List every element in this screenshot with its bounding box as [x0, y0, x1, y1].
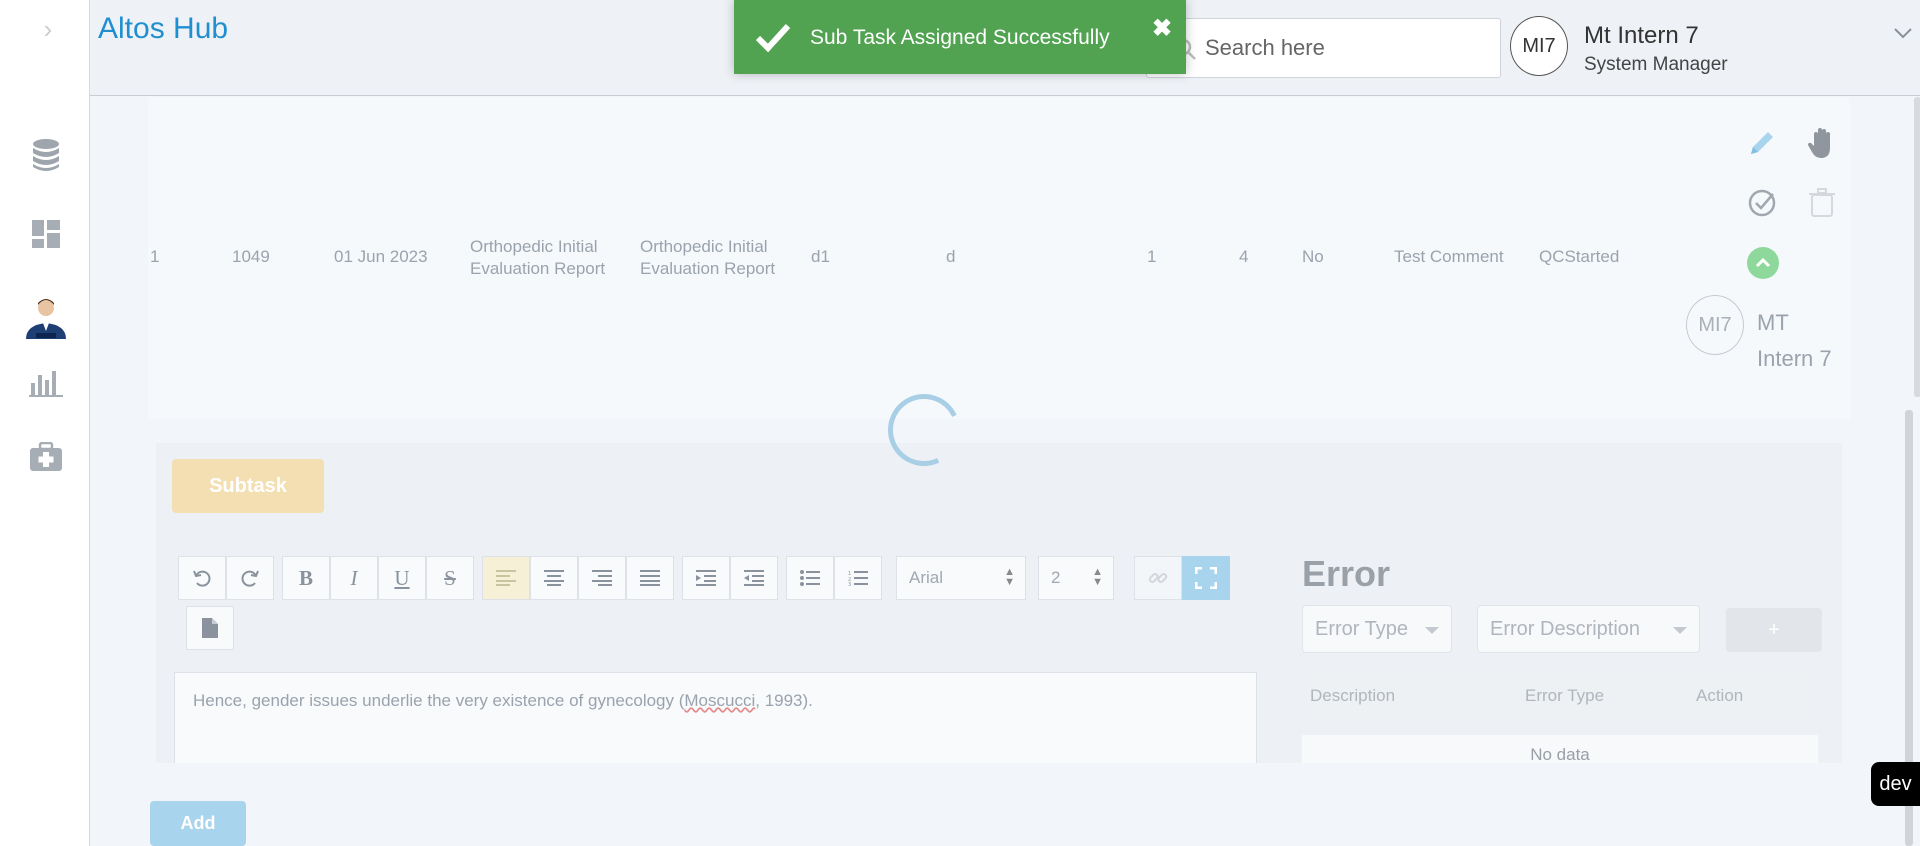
editor-text-misspelled: Moscucci: [684, 691, 756, 710]
editor-text: Hence, gender issues underlie the very e…: [193, 691, 813, 711]
assignee-name: MT Intern 7: [1757, 310, 1832, 371]
align-center-icon[interactable]: [530, 556, 578, 600]
env-badge: dev: [1871, 762, 1920, 806]
cell-date: 01 Jun 2023: [334, 247, 428, 266]
document-icon[interactable]: [186, 606, 234, 650]
font-size-select[interactable]: 2 ▲ ▼: [1038, 556, 1114, 600]
error-description-placeholder: Error Description: [1490, 618, 1641, 640]
toast-message: Sub Task Assigned Successfully: [810, 26, 1110, 49]
footer-band: [90, 763, 1920, 846]
error-table-header: Description Error Type Action: [1302, 671, 1818, 721]
cell-status: QCStarted: [1539, 247, 1620, 266]
cell-d: d: [946, 247, 956, 266]
chevron-right-icon[interactable]: ›: [36, 14, 60, 44]
select-arrows-icon: ▲ ▼: [1092, 566, 1103, 588]
align-left-icon[interactable]: [482, 556, 530, 600]
editor-text-before: Hence, gender issues underlie the very e…: [193, 691, 685, 710]
table-row: 1 1049 01 Jun 2023 Orthopedic Initial Ev…: [148, 97, 1920, 419]
outdent-icon[interactable]: [730, 556, 778, 600]
hand-icon[interactable]: [1806, 127, 1838, 159]
bullet-list-icon[interactable]: [786, 556, 834, 600]
assignee-avatar: MI7: [1686, 295, 1744, 355]
col-description: Description: [1310, 686, 1396, 705]
indent-icon[interactable]: [682, 556, 730, 600]
numbered-list-icon[interactable]: 123: [834, 556, 882, 600]
subtask-button[interactable]: Subtask: [172, 459, 324, 513]
error-title: Error: [1302, 553, 1391, 594]
cell-count-1: 1: [1147, 247, 1157, 266]
font-family-select[interactable]: Arial ▲ ▼: [896, 556, 1026, 600]
undo-icon[interactable]: [178, 556, 226, 600]
edit-icon[interactable]: [1746, 127, 1778, 159]
fullscreen-icon[interactable]: [1182, 556, 1230, 600]
select-arrows-icon: ▲ ▼: [1004, 566, 1015, 588]
cell-sno: 1: [150, 247, 160, 266]
error-type-select[interactable]: Error Type: [1302, 605, 1452, 653]
row-scrollbar[interactable]: [1914, 97, 1920, 397]
success-toast: Sub Task Assigned Successfully ✖: [734, 0, 1186, 74]
cell-task-id: 1049: [232, 247, 270, 266]
sidebar: ›: [0, 0, 90, 846]
error-table-body: No data: [1302, 735, 1818, 763]
cell-comment: Test Comment: [1394, 247, 1504, 266]
caret-down-icon: [1425, 627, 1439, 634]
editor-text-after: , 1993).: [755, 691, 813, 710]
redo-icon[interactable]: [226, 556, 274, 600]
trash-icon[interactable]: [1806, 187, 1838, 219]
check-circle-icon[interactable]: [1746, 187, 1778, 219]
check-icon: [754, 18, 792, 56]
add-button[interactable]: Add: [150, 801, 246, 846]
cell-report-type: Orthopedic Initial Evaluation Report: [640, 237, 776, 278]
dashboard-icon[interactable]: [25, 213, 67, 255]
align-right-icon[interactable]: [578, 556, 626, 600]
bar-chart-icon[interactable]: [25, 362, 67, 404]
user-role: System Manager: [1584, 54, 1728, 75]
database-icon[interactable]: [25, 134, 67, 176]
font-family-value: Arial: [909, 568, 944, 587]
user-name: Mt Intern 7: [1584, 22, 1699, 49]
cell-stat: No: [1302, 247, 1324, 266]
cell-count-4: 4: [1239, 247, 1249, 266]
italic-icon[interactable]: I: [330, 556, 378, 600]
search-input[interactable]: [1205, 29, 1485, 67]
no-data-text: No data: [1530, 745, 1590, 763]
cell-template: Orthopedic Initial Evaluation Report: [470, 237, 606, 278]
link-icon[interactable]: [1134, 556, 1182, 600]
user-avatar[interactable]: MI7: [1510, 16, 1568, 76]
doctor-avatar-icon[interactable]: [22, 292, 70, 340]
error-type-placeholder: Error Type: [1315, 618, 1408, 640]
caret-down-icon: [1673, 627, 1687, 634]
chevron-down-icon[interactable]: [1892, 22, 1914, 44]
align-justify-icon[interactable]: [626, 556, 674, 600]
underline-icon[interactable]: U: [378, 556, 426, 600]
add-error-button[interactable]: +: [1726, 608, 1822, 652]
medical-kit-icon[interactable]: [25, 436, 67, 478]
chevron-up-icon[interactable]: [1747, 247, 1779, 279]
col-action: Action: [1696, 686, 1744, 705]
bold-icon[interactable]: B: [282, 556, 330, 600]
error-description-select[interactable]: Error Description: [1477, 605, 1700, 653]
search-box[interactable]: [1146, 18, 1501, 78]
cell-d1: d1: [811, 247, 830, 266]
col-error-type: Error Type: [1525, 686, 1605, 705]
svg-text:3: 3: [848, 582, 851, 586]
app-brand[interactable]: Altos Hub: [98, 12, 228, 46]
close-icon[interactable]: ✖: [1152, 14, 1172, 43]
font-size-value: 2: [1051, 568, 1061, 587]
strikethrough-icon[interactable]: S: [426, 556, 474, 600]
